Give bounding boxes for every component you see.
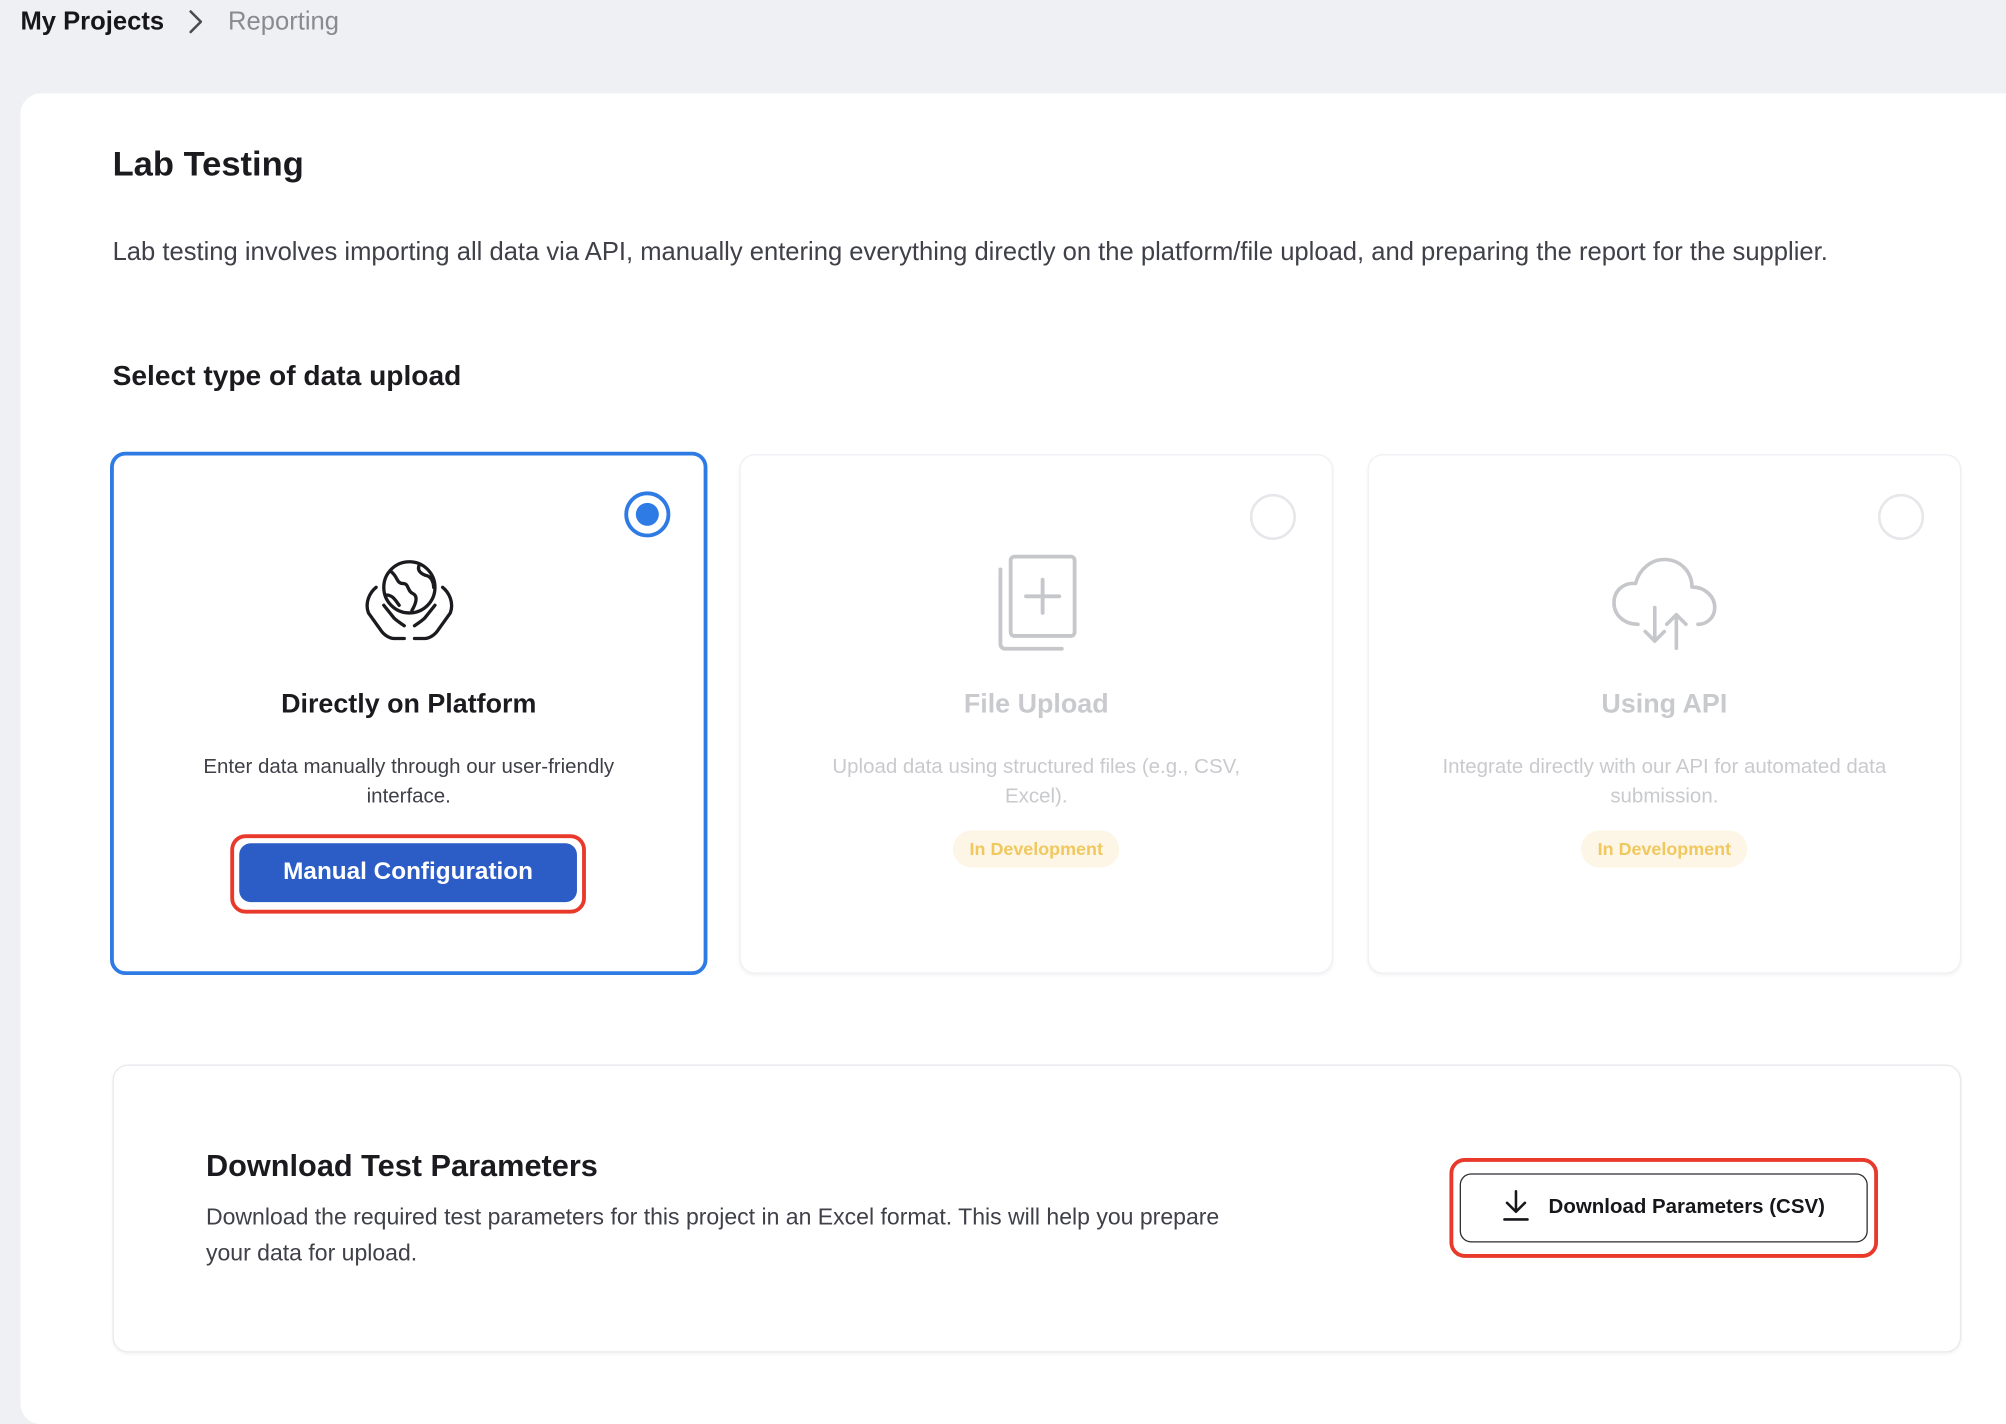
cloud-sync-icon <box>1607 545 1722 660</box>
status-badge: In Development <box>1581 830 1748 868</box>
page-description: Lab testing involves importing all data … <box>112 238 1828 267</box>
manual-configuration-button[interactable]: Manual Configuration <box>239 843 577 903</box>
option-card-using-api[interactable]: Using API Integrate directly with our AP… <box>1367 454 1962 974</box>
download-parameters-button[interactable]: Download Parameters (CSV) <box>1459 1173 1868 1243</box>
card-title: File Upload <box>963 689 1109 720</box>
card-title: Using API <box>1601 689 1728 720</box>
download-section-title: Download Test Parameters <box>205 1149 598 1184</box>
card-title: Directly on Platform <box>281 689 537 720</box>
upload-type-heading: Select type of data upload <box>112 359 462 392</box>
breadcrumb: My Projects Reporting <box>20 5 339 38</box>
radio-selected-dot <box>635 502 659 526</box>
breadcrumb-reporting: Reporting <box>228 7 339 36</box>
globe-in-hands-icon <box>351 545 466 660</box>
download-button-label: Download Parameters (CSV) <box>1548 1196 1825 1219</box>
page-title: Lab Testing <box>112 144 304 183</box>
file-add-icon <box>979 545 1094 660</box>
card-description: Enter data manually through our user-fri… <box>203 756 615 808</box>
status-badge: In Development <box>952 830 1120 868</box>
radio-using-api[interactable] <box>1878 493 1925 540</box>
download-icon <box>1502 1188 1530 1228</box>
breadcrumb-my-projects[interactable]: My Projects <box>20 7 164 36</box>
card-description: Upload data using structured files (e.g.… <box>832 756 1241 808</box>
option-card-file-upload[interactable]: File Upload Upload data using structured… <box>739 454 1334 974</box>
chevron-right-icon <box>174 5 217 38</box>
card-description: Integrate directly with our API for auto… <box>1442 756 1887 808</box>
radio-directly-on-platform[interactable] <box>624 491 671 538</box>
radio-file-upload[interactable] <box>1249 493 1296 540</box>
download-section-description: Download the required test parameters fo… <box>205 1204 1220 1266</box>
page: My Projects Reporting Lab Testing Lab te… <box>0 0 2006 1424</box>
